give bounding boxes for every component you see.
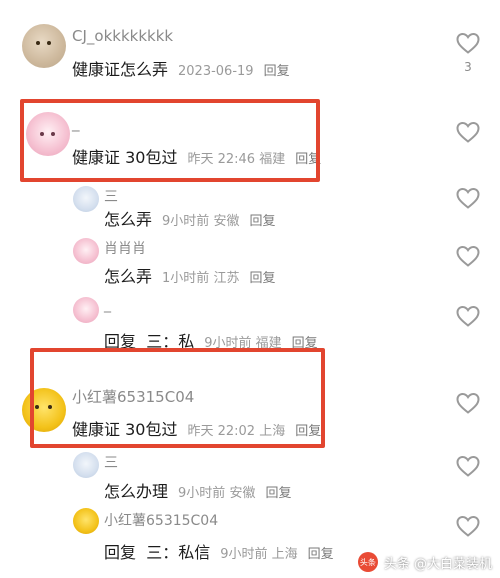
reply-item: 三 怎么弄 9小时前 安徽 回复 [0,180,500,235]
avatar[interactable] [73,297,99,323]
username[interactable]: CJ_okkkkkkkk [72,27,173,45]
comment-content[interactable]: 怎么弄 9小时前 安徽 回复 [104,206,275,230]
heart-outline-icon[interactable] [455,304,481,328]
reply-to: 三：私信 [146,543,211,562]
comment-item: CJ_okkkkkkkk 健康证怎么弄 2023-06-19 回复 3 [0,0,500,90]
comment-text: 回复 三：私信 [104,543,211,562]
watermark-logo: 头条 [357,552,378,572]
heart-outline-icon[interactable] [455,120,481,144]
reply-item: 肖肖肖 怎么弄 1小时前 江苏 回复 [0,236,500,291]
username[interactable]: 小红薯65315C04 [104,510,218,530]
comment-text: 怎么办理 [104,482,169,501]
reply-button[interactable]: 回复 [249,267,275,286]
heart-outline-icon[interactable] [455,454,481,478]
reply-item: 三 怎么办理 9小时前 安徽 回复 [0,450,500,502]
avatar[interactable] [73,186,99,212]
comment-content[interactable]: 怎么办理 9小时前 安徽 回复 [104,478,291,502]
heart-outline-icon[interactable] [455,244,481,268]
comment-time: 9小时前 安徽 [178,486,256,501]
highlight-box [30,348,325,448]
avatar[interactable] [73,238,99,264]
comment-text: 健康证怎么弄 [72,60,169,79]
like-count: 3 [464,60,472,74]
username[interactable]: 肖肖肖 [104,238,146,258]
comment-text: 怎么弄 [104,210,153,229]
heart-outline-icon[interactable] [455,186,481,210]
reply-button[interactable]: 回复 [249,210,275,229]
heart-outline-icon[interactable] [455,391,481,415]
avatar[interactable] [73,508,99,534]
username[interactable]: 三 [104,452,118,472]
avatar[interactable] [73,452,99,478]
comment-time: 1小时前 江苏 [162,271,240,286]
reply-button[interactable]: 回复 [265,482,291,501]
comment-content[interactable]: 健康证怎么弄 2023-06-19 回复 [72,56,290,80]
heart-outline-icon[interactable] [455,514,481,538]
watermark-text: 头条 @大白菜装机 [383,556,492,572]
username[interactable]: 三 [104,186,118,206]
heart-outline-icon[interactable] [455,31,481,55]
comment-content[interactable]: 回复 三：私信 9小时前 上海 回复 [104,539,334,563]
reply-button[interactable]: 回复 [264,60,290,79]
username[interactable]: _ [104,297,111,313]
comment-time: 2023-06-19 [178,64,254,79]
avatar[interactable] [22,24,66,68]
comment-time: 9小时前 安徽 [162,214,240,229]
highlight-box [20,99,320,182]
reply-button[interactable]: 回复 [308,543,334,562]
comment-content[interactable]: 怎么弄 1小时前 江苏 回复 [104,263,275,287]
reply-item: _ 回复 三：私 9小时前 福建 回复 [0,294,500,351]
comment-time: 9小时前 上海 [220,547,298,562]
comment-text: 怎么弄 [104,267,153,286]
watermark: 头条 头条 @大白菜装机 [357,552,492,572]
